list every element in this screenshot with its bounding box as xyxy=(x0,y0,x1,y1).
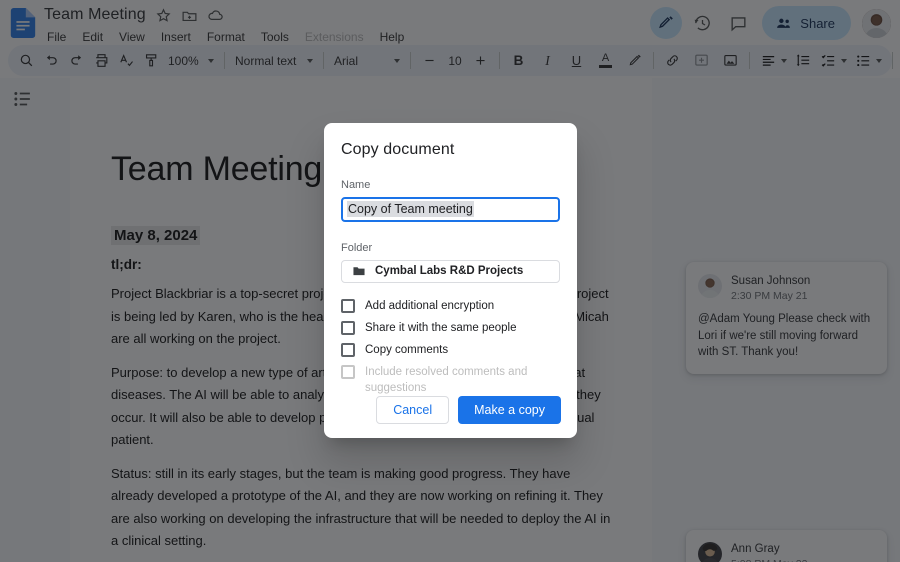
checkbox-icon[interactable] xyxy=(341,299,355,313)
name-input[interactable]: Copy of Team meeting xyxy=(341,197,560,222)
dialog-title: Copy document xyxy=(341,141,455,158)
google-docs-window: Team Meeting File Edit View xyxy=(0,0,900,562)
option-share-same-people[interactable]: Share it with the same people xyxy=(341,320,561,336)
option-add-additional-encryption[interactable]: Add additional encryption xyxy=(341,298,561,314)
dialog-actions: Cancel Make a copy xyxy=(341,396,561,424)
option-copy-comments[interactable]: Copy comments xyxy=(341,342,561,358)
cancel-button[interactable]: Cancel xyxy=(376,396,450,424)
copy-document-dialog: Copy document Name Copy of Team meeting … xyxy=(324,123,577,438)
folder-picker[interactable]: Cymbal Labs R&D Projects xyxy=(341,259,560,283)
option-include-resolved-comments: Include resolved comments and suggestion… xyxy=(341,364,561,396)
checkbox-icon[interactable] xyxy=(341,343,355,357)
name-input-value: Copy of Team meeting xyxy=(347,201,474,218)
checkbox-icon xyxy=(341,365,355,379)
folder-value: Cymbal Labs R&D Projects xyxy=(375,265,524,278)
folder-field-label: Folder xyxy=(341,241,373,254)
make-a-copy-button[interactable]: Make a copy xyxy=(458,396,561,424)
option-label: Include resolved comments and suggestion… xyxy=(365,366,528,394)
option-label: Share it with the same people xyxy=(365,322,517,334)
name-field-label: Name xyxy=(341,179,371,191)
option-label: Add additional encryption xyxy=(365,300,495,312)
folder-icon xyxy=(353,267,365,276)
option-label: Copy comments xyxy=(365,344,449,356)
copy-options-list: Add additional encryption Share it with … xyxy=(341,298,561,396)
checkbox-icon[interactable] xyxy=(341,321,355,335)
